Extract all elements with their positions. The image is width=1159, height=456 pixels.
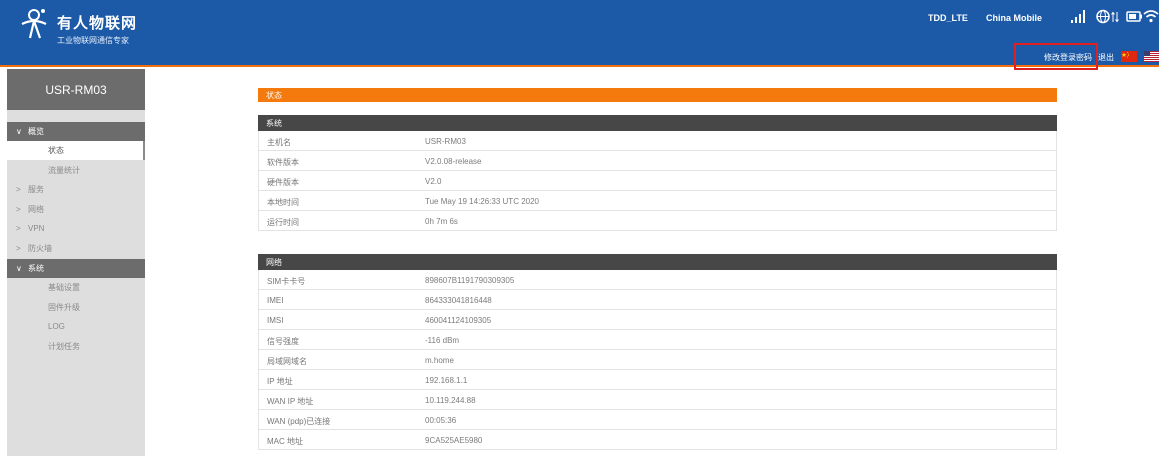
china-flag-icon[interactable] xyxy=(1121,51,1137,62)
chevron-right-icon: > xyxy=(16,185,21,194)
row-label: 软件版本 xyxy=(267,158,299,167)
row-label: 本地时间 xyxy=(267,198,299,207)
device-name: USR-RM03 xyxy=(45,83,107,97)
carrier-name: China Mobile xyxy=(986,13,1042,23)
row-label: 运行时间 xyxy=(267,218,299,227)
sidebar-group-system[interactable]: ∨ 系统 xyxy=(7,259,145,278)
top-header: 有人物联网 工业物联网通信专家 TDD_LTE China Mobile 修改登… xyxy=(0,0,1159,70)
row-label: WAN (pdp)已连接 xyxy=(267,417,331,426)
table-row: IMEI 864333041816448 xyxy=(258,290,1057,310)
table-row: 信号强度 -116 dBm xyxy=(258,330,1057,350)
brand-subtitle: 工业物联网通信专家 xyxy=(57,36,129,45)
table-row: SIM卡卡号 898607B1191790309305 xyxy=(258,270,1057,290)
router-admin-page: 有人物联网 工业物联网通信专家 TDD_LTE China Mobile 修改登… xyxy=(0,0,1159,456)
globe-data-icon xyxy=(1096,9,1119,24)
table-row: 局域网域名 m.home xyxy=(258,350,1057,370)
network-section-header: 网络 xyxy=(258,254,1057,270)
row-label: 信号强度 xyxy=(267,337,299,346)
row-value: 864333041816448 xyxy=(425,296,492,305)
row-value: V2.0.08-release xyxy=(425,157,482,166)
row-value: Tue May 19 14:26:33 UTC 2020 xyxy=(425,197,539,206)
brand-name: 有人物联网 xyxy=(57,15,138,32)
sidebar-item-firewall[interactable]: > 防火墙 xyxy=(7,239,145,258)
sidebar-group-overview[interactable]: ∨ 概览 xyxy=(7,122,145,141)
sidebar-item-label: VPN xyxy=(28,224,45,233)
row-label: 局域网域名 xyxy=(267,357,307,366)
usr-logo-icon xyxy=(21,9,47,39)
row-value: 10.119.244.88 xyxy=(425,396,476,405)
sidebar-item-label: 状态 xyxy=(48,146,64,155)
table-row: IMSI 460041124109305 xyxy=(258,310,1057,330)
row-value: 00:05:36 xyxy=(425,416,457,425)
chevron-right-icon: > xyxy=(16,244,21,253)
row-value: m.home xyxy=(425,356,454,365)
row-label: 硬件版本 xyxy=(267,178,299,187)
row-value: 460041124109305 xyxy=(425,316,492,325)
sidebar-item-label: 流量统计 xyxy=(48,166,80,175)
page-title: 状态 xyxy=(266,91,282,100)
table-row: MAC 地址 9CA525AE5980 xyxy=(258,430,1057,450)
row-label: IMEI xyxy=(267,296,284,305)
row-label: IMSI xyxy=(267,316,284,325)
row-value: 9CA525AE5980 xyxy=(425,436,483,445)
table-row: WAN IP 地址 10.119.244.88 xyxy=(258,390,1057,410)
sidebar-item-label: LOG xyxy=(48,322,65,331)
logout-link[interactable]: 退出 xyxy=(1098,52,1114,63)
table-row: 软件版本 V2.0.08-release xyxy=(258,151,1057,171)
chevron-right-icon: > xyxy=(16,224,21,233)
change-password-link[interactable]: 修改登录密码 xyxy=(1044,52,1092,63)
wifi-icon xyxy=(1143,10,1159,23)
sidebar-item-log[interactable]: LOG xyxy=(7,317,145,336)
row-value: V2.0 xyxy=(425,177,442,186)
chevron-down-icon: ∨ xyxy=(16,264,22,273)
chevron-down-icon: ∨ xyxy=(16,127,22,136)
table-row: 主机名 USR-RM03 xyxy=(258,131,1057,151)
device-header: USR-RM03 xyxy=(7,69,145,110)
table-row: WAN (pdp)已连接 00:05:36 xyxy=(258,410,1057,430)
status-title-bar: 状态 xyxy=(258,88,1057,102)
sidebar-item-network[interactable]: > 网络 xyxy=(7,200,145,219)
row-value: USR-RM03 xyxy=(425,137,466,146)
signal-bars-icon xyxy=(1071,10,1085,23)
row-label: 主机名 xyxy=(267,138,291,147)
system-section-header: 系统 xyxy=(258,115,1057,131)
row-label: MAC 地址 xyxy=(267,437,303,446)
section-title: 网络 xyxy=(266,258,282,267)
sidebar: USR-RM03 ∨ 概览 状态 流量统计 > 服务 > 网络 > VPN > 防火墙 ∨… xyxy=(7,69,145,456)
table-row: 运行时间 0h 7m 6s xyxy=(258,211,1057,231)
sidebar-item-vpn[interactable]: > VPN xyxy=(7,219,145,238)
row-label: SIM卡卡号 xyxy=(267,277,306,286)
chevron-right-icon: > xyxy=(16,205,21,214)
sidebar-item-scheduled-tasks[interactable]: 计划任务 xyxy=(7,337,145,356)
sidebar-item-label: 网络 xyxy=(28,205,44,214)
table-row: IP 地址 192.168.1.1 xyxy=(258,370,1057,390)
sidebar-item-label: 服务 xyxy=(28,185,44,194)
sidebar-item-basic-settings[interactable]: 基础设置 xyxy=(7,278,145,297)
row-value: -116 dBm xyxy=(425,336,460,345)
row-value: 898607B1191790309305 xyxy=(425,276,515,285)
table-row: 本地时间 Tue May 19 14:26:33 UTC 2020 xyxy=(258,191,1057,211)
battery-icon xyxy=(1126,11,1142,22)
sidebar-item-label: 防火墙 xyxy=(28,244,52,253)
row-value: 0h 7m 6s xyxy=(425,217,458,226)
table-row: 硬件版本 V2.0 xyxy=(258,171,1057,191)
sidebar-item-label: 基础设置 xyxy=(48,283,80,292)
network-type: TDD_LTE xyxy=(928,13,968,23)
sidebar-item-status[interactable]: 状态 xyxy=(7,141,145,160)
sidebar-item-label: 系统 xyxy=(28,264,44,273)
row-value: 192.168.1.1 xyxy=(425,376,468,385)
row-label: IP 地址 xyxy=(267,377,293,386)
sidebar-item-label: 固件升级 xyxy=(48,303,80,312)
sidebar-item-label: 概览 xyxy=(28,127,44,136)
sidebar-item-firmware-upgrade[interactable]: 固件升级 xyxy=(7,298,145,317)
sidebar-item-label: 计划任务 xyxy=(48,342,80,351)
section-title: 系统 xyxy=(266,119,282,128)
us-flag-icon[interactable] xyxy=(1144,51,1159,62)
sidebar-item-services[interactable]: > 服务 xyxy=(7,180,145,199)
sidebar-item-traffic[interactable]: 流量统计 xyxy=(7,161,145,180)
row-label: WAN IP 地址 xyxy=(267,397,314,406)
